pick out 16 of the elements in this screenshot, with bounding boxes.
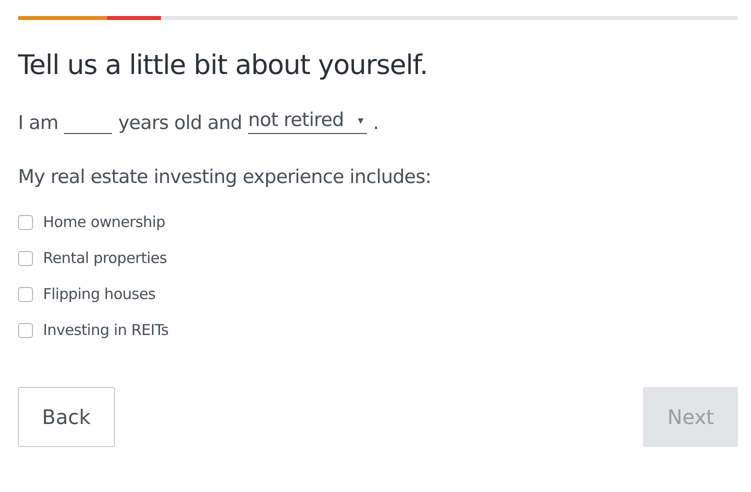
page-title: Tell us a little bit about yourself.	[18, 50, 429, 81]
checkbox-label: Home ownership	[43, 213, 166, 231]
caret-icon: ▾	[358, 114, 363, 126]
checkbox[interactable]	[18, 322, 33, 338]
checkbox[interactable]	[18, 286, 33, 302]
checkbox-label: Flipping houses	[43, 285, 156, 303]
question-text: My real estate investing experience includes:	[18, 166, 432, 188]
sentence-text: I am	[18, 112, 58, 134]
sentence-text: .	[372, 112, 379, 134]
back-button[interactable]: Back	[18, 387, 115, 447]
checkbox[interactable]	[18, 250, 33, 266]
checkbox-label: Rental properties	[43, 249, 167, 267]
checkbox[interactable]	[18, 214, 33, 230]
sentence-text: years old and	[118, 112, 242, 134]
checkbox-label: Investing in REITs	[43, 321, 169, 339]
status-dropdown[interactable]: not retired ▾	[248, 107, 367, 134]
